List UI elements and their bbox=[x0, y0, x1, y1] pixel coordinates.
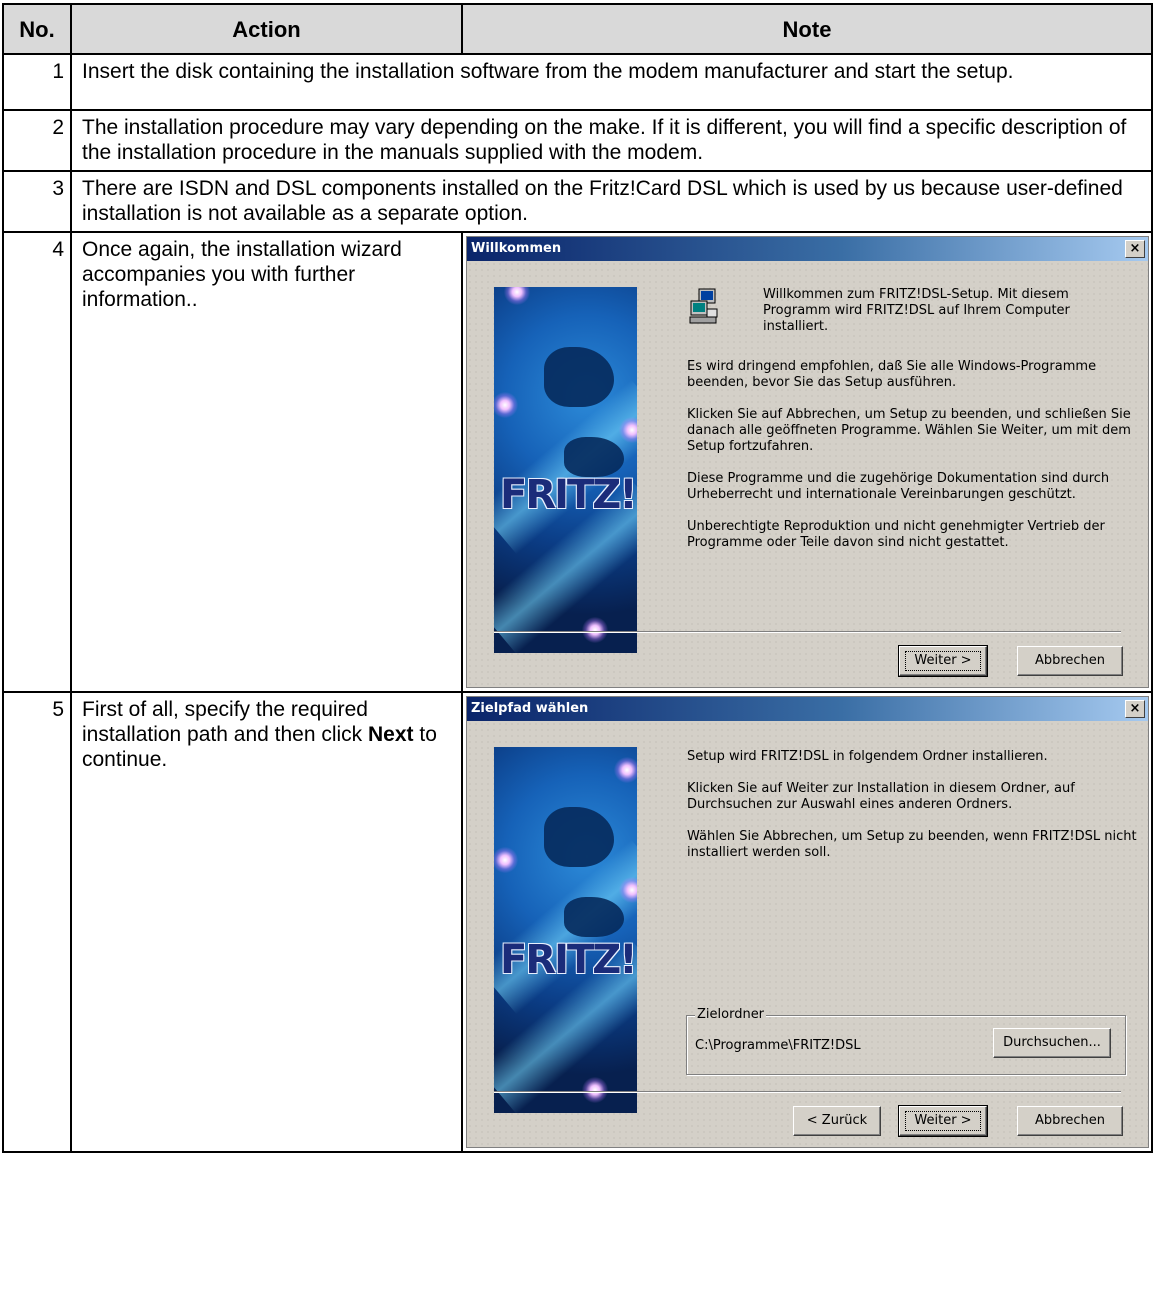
table-row: 5 First of all, specify the required ins… bbox=[2, 691, 1153, 1153]
step-text: The installation procedure may vary depe… bbox=[70, 109, 1153, 172]
header-no: No. bbox=[2, 3, 72, 55]
step-number: 2 bbox=[2, 109, 72, 172]
destination-dialog: Zielpfad wählen × FRITZ! Setup wird FRIT… bbox=[466, 696, 1149, 1148]
step-text: Once again, the installation wizard acco… bbox=[70, 231, 463, 693]
dialog-paragraph: Es wird dringend empfohlen, daß Sie alle… bbox=[687, 359, 1097, 390]
table-row: 2 The installation procedure may vary de… bbox=[2, 109, 1153, 172]
install-path-value: C:\Programme\FRITZ!DSL bbox=[695, 1038, 861, 1053]
step-number: 3 bbox=[2, 170, 72, 233]
cancel-button[interactable]: Abbrechen bbox=[1017, 1106, 1123, 1136]
dialog-paragraph: Wählen Sie Abbrechen, um Setup zu beende… bbox=[687, 829, 1137, 860]
dialog-paragraph: Klicken Sie auf Abbrechen, um Setup zu b… bbox=[687, 407, 1131, 454]
dialog-title: Willkommen bbox=[471, 241, 562, 256]
header-row: No. Action Note bbox=[2, 3, 1153, 55]
dialog-body: Willkommen zum FRITZ!DSL-Setup. Mit dies… bbox=[687, 287, 1137, 567]
fritz-logo: FRITZ! bbox=[500, 937, 637, 983]
next-button[interactable]: Weiter > bbox=[898, 1105, 988, 1137]
next-keyword: Next bbox=[368, 723, 414, 746]
dialog-paragraph: Unberechtigte Reproduktion und nicht gen… bbox=[687, 519, 1105, 550]
browse-button[interactable]: Durchsuchen... bbox=[993, 1028, 1111, 1058]
header-action: Action bbox=[70, 3, 463, 55]
dialog-titlebar: Willkommen × bbox=[467, 237, 1148, 261]
table-row: 3 There are ISDN and DSL components inst… bbox=[2, 170, 1153, 233]
dialog-title: Zielpfad wählen bbox=[471, 701, 589, 716]
close-icon[interactable]: × bbox=[1125, 240, 1145, 258]
back-button[interactable]: < Zurück bbox=[793, 1106, 881, 1136]
step-number: 1 bbox=[2, 53, 72, 111]
header-note: Note bbox=[461, 3, 1153, 55]
welcome-dialog: Willkommen × FRITZ! Willkommen zum FRITZ… bbox=[466, 236, 1149, 688]
step-number: 4 bbox=[2, 231, 72, 693]
step-text: There are ISDN and DSL components instal… bbox=[70, 170, 1153, 233]
dialog-paragraph: Setup wird FRITZ!DSL in folgendem Ordner… bbox=[687, 749, 1048, 764]
step-text: First of all, specify the required insta… bbox=[70, 691, 463, 1153]
note-cell: Willkommen × FRITZ! Willkommen zum FRITZ… bbox=[461, 231, 1153, 693]
table-row: 1 Insert the disk containing the install… bbox=[2, 53, 1153, 111]
fritz-globe-image: FRITZ! bbox=[494, 287, 637, 653]
table-row: 4 Once again, the installation wizard ac… bbox=[2, 231, 1153, 693]
dialog-paragraph: Diese Programme und die zugehörige Dokum… bbox=[687, 471, 1110, 502]
dialog-paragraph: Klicken Sie auf Weiter zur Installation … bbox=[687, 781, 1075, 812]
fritz-globe-image: FRITZ! bbox=[494, 747, 637, 1113]
cancel-button[interactable]: Abbrechen bbox=[1017, 646, 1123, 676]
steps-table: No. Action Note 1 Insert the disk contai… bbox=[2, 3, 1153, 1153]
dialog-body: Setup wird FRITZ!DSL in folgendem Ordner… bbox=[687, 749, 1137, 877]
step-text: Insert the disk containing the installat… bbox=[70, 53, 1153, 111]
dialog-divider bbox=[494, 1091, 1121, 1093]
note-cell: Zielpfad wählen × FRITZ! Setup wird FRIT… bbox=[461, 691, 1153, 1153]
close-icon[interactable]: × bbox=[1125, 700, 1145, 718]
group-label: Zielordner bbox=[695, 1007, 767, 1023]
dialog-paragraph: Willkommen zum FRITZ!DSL-Setup. Mit dies… bbox=[763, 287, 1070, 334]
step-number: 5 bbox=[2, 691, 72, 1153]
destination-folder-group: Zielordner C:\Programme\FRITZ!DSL Durchs… bbox=[686, 1007, 1126, 1075]
next-button[interactable]: Weiter > bbox=[898, 645, 988, 677]
fritz-logo: FRITZ! bbox=[500, 472, 637, 518]
dialog-titlebar: Zielpfad wählen × bbox=[467, 697, 1148, 721]
dialog-divider bbox=[494, 631, 1121, 633]
